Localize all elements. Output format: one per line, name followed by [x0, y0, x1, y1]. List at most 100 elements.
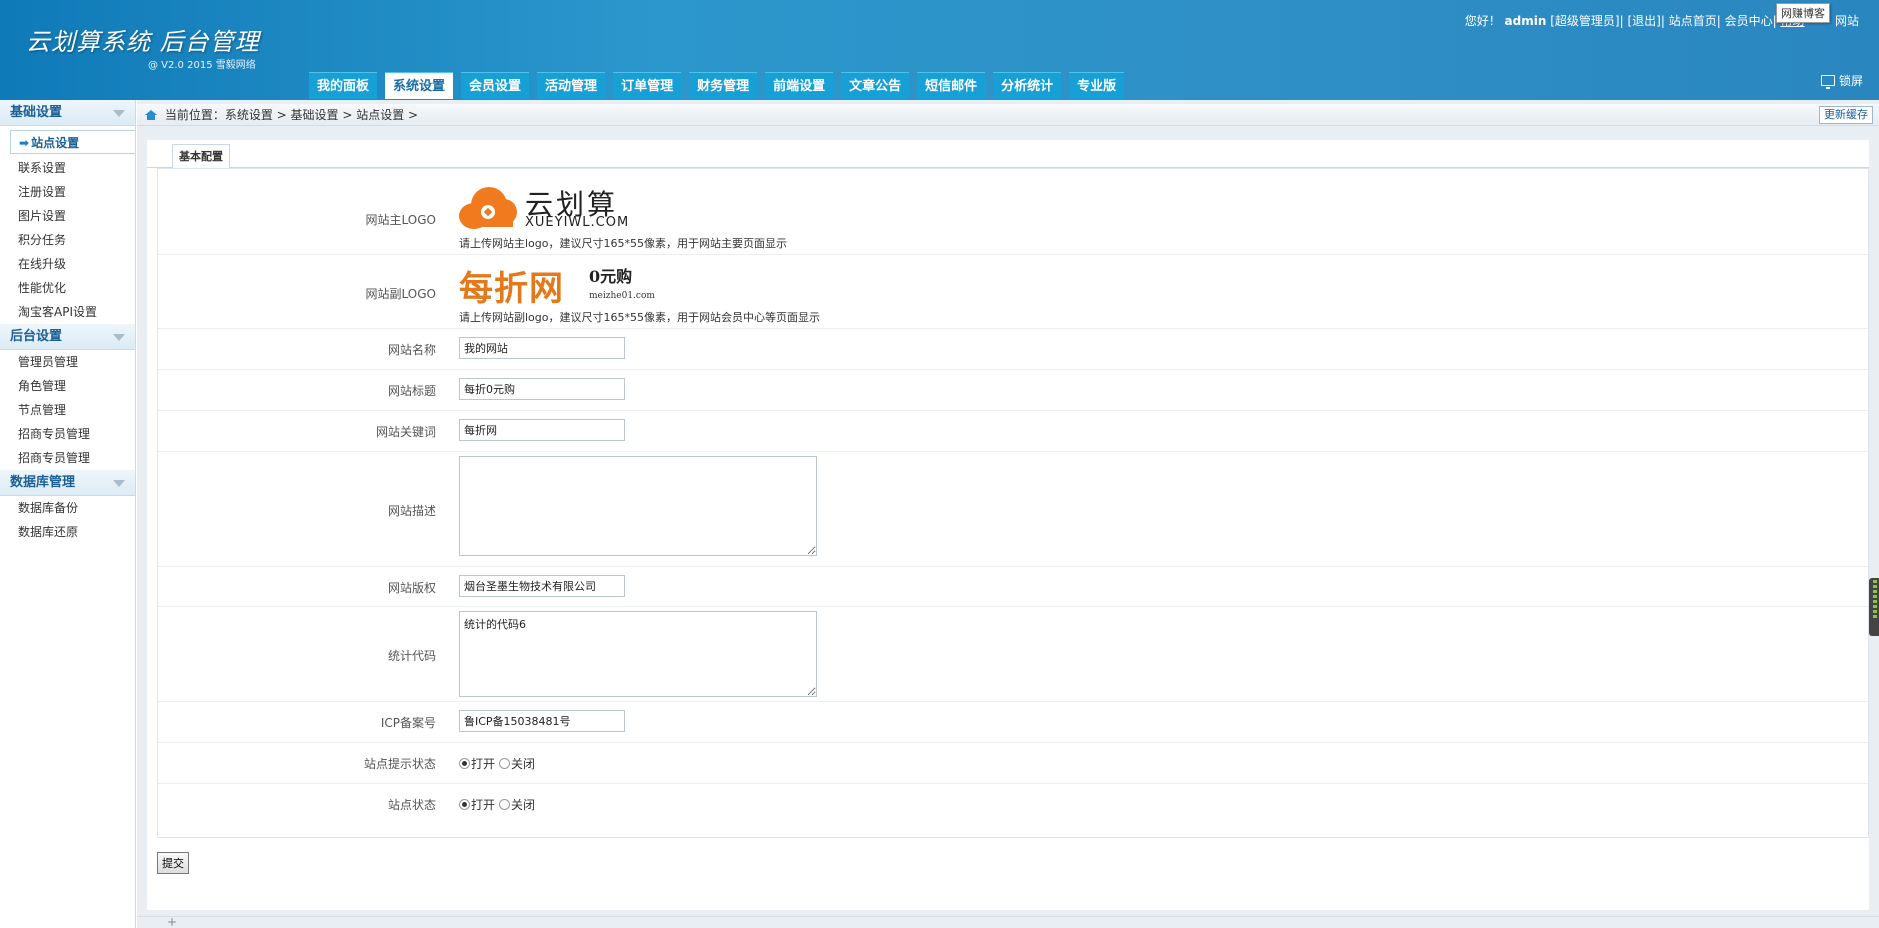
logo-sub-promo: 0元购: [589, 267, 633, 286]
panel-tabs: 基本配置: [147, 140, 1869, 169]
logout-link[interactable]: [退出]: [1627, 14, 1660, 28]
sidebar-item-node-manage[interactable]: 节点管理: [0, 398, 135, 422]
sidebar-item-taobao-api[interactable]: 淘宝客API设置: [0, 300, 135, 324]
logo-main-image[interactable]: 云划算 XUEYIWL.COM: [459, 181, 649, 235]
tip-status-on-option[interactable]: 打开: [459, 755, 495, 772]
sidebar-group-title: 基础设置: [10, 105, 63, 120]
tip-status-on-label: 打开: [471, 757, 496, 771]
row-logo-main: 网站主LOGO 云划算 XUEYIWL.COM 请上传网站主logo，建议尺寸1…: [158, 169, 1868, 255]
radio-checked-icon[interactable]: [459, 758, 470, 769]
sidebar-item-contact-settings[interactable]: 联系设置: [0, 156, 135, 180]
sidebar-item-db-restore[interactable]: 数据库还原: [0, 520, 135, 544]
radio-checked-icon[interactable]: [459, 799, 470, 810]
radio-unchecked-icon[interactable]: [499, 758, 511, 769]
logo-sub-domain: meizhe01.com: [589, 291, 655, 301]
row-site-name: 网站名称: [158, 329, 1868, 370]
sidebar-group-database[interactable]: 数据库管理: [0, 470, 135, 496]
site-keywords-label: 网站关键词: [375, 425, 436, 439]
logo-sub-label: 网站副LOGO: [365, 287, 436, 301]
row-copyright: 网站版权: [158, 567, 1868, 607]
role-link[interactable]: [超级管理员]: [1550, 14, 1619, 28]
sidebar-item-register-settings[interactable]: 注册设置: [0, 180, 135, 204]
lock-screen-label: 锁屏: [1838, 74, 1863, 88]
breadcrumb-text: 当前位置：系统设置 > 基础设置 > 站点设置 >: [164, 108, 419, 122]
nav-tab-articles[interactable]: 文章公告: [841, 72, 910, 99]
row-stat-code: 统计代码 统计的代码6: [158, 607, 1868, 702]
sidebar: 基础设置 ➡ 站点设置 联系设置 注册设置 图片设置 积分任务 在线升级 性能优化…: [0, 100, 136, 928]
site-title-input[interactable]: [459, 378, 625, 400]
site-name-input[interactable]: [459, 337, 625, 359]
sidebar-group-basic[interactable]: 基础设置: [0, 100, 135, 126]
sidebar-group-admin[interactable]: 后台设置: [0, 324, 135, 350]
logo-main-hint: 请上传网站主logo，建议尺寸165*55像素，用于网站主要页面显示: [459, 237, 787, 250]
sidebar-group-title: 数据库管理: [10, 475, 76, 490]
monitor-icon: [1820, 75, 1835, 89]
sidebar-item-admin-manage[interactable]: 管理员管理: [0, 350, 135, 374]
icp-input[interactable]: [459, 710, 625, 732]
logo-sub-hint: 请上传网站副logo，建议尺寸165*55像素，用于网站会员中心等页面显示: [459, 311, 820, 324]
site-status-on-label: 打开: [471, 798, 496, 812]
brand-title: 云划算系统 后台管理: [26, 28, 260, 56]
logo-sub-field: 每折网 0元购 meizhe01.com 请上传网站副logo，建议尺寸165*…: [459, 261, 820, 325]
logo-main-field: 云划算 XUEYIWL.COM 请上传网站主logo，建议尺寸165*55像素，…: [459, 181, 787, 251]
bottom-bar: +: [137, 915, 1879, 928]
site-home-link[interactable]: 站点首页: [1669, 14, 1717, 28]
lock-screen-button[interactable]: 锁屏: [1820, 72, 1863, 89]
sidebar-item-recruiter-manage[interactable]: 招商专员管理: [0, 422, 135, 446]
cloud-logo-icon: [459, 185, 519, 231]
nav-tab-frontend[interactable]: 前端设置: [765, 72, 834, 99]
sidebar-item-points-tasks[interactable]: 积分任务: [0, 228, 135, 252]
sidebar-item-online-upgrade[interactable]: 在线升级: [0, 252, 135, 276]
site-status-off-option[interactable]: 关闭: [499, 796, 535, 813]
copyright-input[interactable]: [459, 575, 625, 597]
sidebar-item-recruiter-manage-2[interactable]: 招商专员管理: [0, 446, 135, 470]
tip-status-off-option[interactable]: 关闭: [499, 755, 535, 772]
nav-tab-activities[interactable]: 活动管理: [537, 72, 606, 99]
site-status-off-label: 关闭: [511, 798, 536, 812]
logo-main-domain: XUEYIWL.COM: [525, 215, 630, 230]
copyright-label: 网站版权: [387, 581, 436, 595]
collapse-triangle-icon: [113, 110, 125, 117]
stat-code-textarea[interactable]: 统计的代码6: [459, 611, 817, 697]
member-center-link[interactable]: 会员中心: [1725, 14, 1773, 28]
nav-tab-member-settings[interactable]: 会员设置: [461, 72, 530, 99]
radio-unchecked-icon[interactable]: [499, 799, 511, 810]
submit-button[interactable]: 提交: [157, 852, 189, 874]
nav-tab-analytics[interactable]: 分析统计: [993, 72, 1062, 99]
tip-status-off-label: 关闭: [511, 757, 536, 771]
nav-tab-orders[interactable]: 订单管理: [613, 72, 682, 99]
side-meter-widget[interactable]: [1869, 578, 1879, 636]
sidebar-item-performance[interactable]: 性能优化: [0, 276, 135, 300]
row-site-keywords: 网站关键词: [158, 411, 1868, 452]
sidebar-group-title: 后台设置: [10, 329, 63, 344]
sidebar-item-role-manage[interactable]: 角色管理: [0, 374, 135, 398]
row-site-status: 站点状态 打开 关闭: [158, 784, 1868, 825]
row-logo-sub: 网站副LOGO 每折网 0元购 meizhe01.com 请上传网站副logo，…: [158, 255, 1868, 329]
main-content: 当前位置：系统设置 > 基础设置 > 站点设置 > 更新缓存 基本配置 网站主L…: [137, 100, 1879, 928]
tooltip: 网赚博客: [1776, 3, 1830, 23]
breadcrumb: 当前位置：系统设置 > 基础设置 > 站点设置 > 更新缓存: [137, 104, 1879, 126]
site-link[interactable]: 网站: [1835, 14, 1859, 28]
site-keywords-input[interactable]: [459, 419, 625, 441]
plus-icon[interactable]: +: [167, 915, 177, 928]
main-nav: 我的面板 系统设置 会员设置 活动管理 订单管理 财务管理 前端设置 文章公告 …: [309, 72, 1125, 99]
sidebar-item-image-settings[interactable]: 图片设置: [0, 204, 135, 228]
nav-tab-system-settings[interactable]: 系统设置: [385, 72, 454, 99]
nav-tab-sms-mail[interactable]: 短信邮件: [917, 72, 986, 99]
nav-tab-dashboard[interactable]: 我的面板: [309, 72, 378, 99]
site-status-radio-group: 打开 关闭: [459, 796, 535, 813]
logo-sub-text: 每折网: [459, 269, 564, 309]
sidebar-item-label: 站点设置: [31, 136, 80, 150]
tab-basic-config[interactable]: 基本配置: [172, 144, 230, 169]
refresh-cache-button[interactable]: 更新缓存: [1819, 106, 1873, 124]
home-icon: [145, 110, 157, 120]
logo-sub-image[interactable]: 每折网 0元购 meizhe01.com: [459, 261, 659, 309]
site-status-on-option[interactable]: 打开: [459, 796, 495, 813]
sidebar-item-site-settings[interactable]: ➡ 站点设置: [10, 130, 135, 154]
sidebar-item-db-backup[interactable]: 数据库备份: [0, 496, 135, 520]
nav-tab-finance[interactable]: 财务管理: [689, 72, 758, 99]
nav-tab-pro[interactable]: 专业版: [1069, 72, 1125, 99]
site-name-label: 网站名称: [387, 343, 436, 357]
site-status-label: 站点状态: [387, 798, 436, 812]
site-description-textarea[interactable]: [459, 456, 817, 556]
